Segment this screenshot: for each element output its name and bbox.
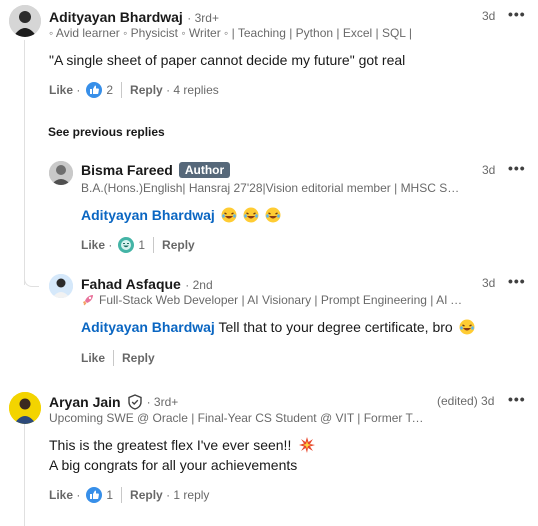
comment-time: 3d bbox=[482, 9, 496, 23]
like-icon bbox=[86, 487, 103, 503]
comment-author-line: Adityayan Bhardwaj · 3rd+ bbox=[49, 9, 219, 27]
more-options-icon[interactable]: ••• bbox=[508, 6, 526, 22]
divider bbox=[113, 350, 115, 366]
reply-time: 3d bbox=[482, 163, 496, 177]
rocket-icon bbox=[83, 295, 93, 306]
mention-link[interactable]: Adityayan Bhardwaj bbox=[81, 319, 215, 335]
more-options-icon[interactable]: ••• bbox=[508, 273, 526, 289]
author-headline: Upcoming SWE @ Oracle | Final-Year CS St… bbox=[49, 411, 429, 425]
author-name[interactable]: Bisma Fareed bbox=[81, 162, 173, 178]
reply-time: 3d bbox=[482, 276, 496, 290]
avatar[interactable] bbox=[49, 161, 73, 185]
mention-link[interactable]: Adityayan Bhardwaj bbox=[81, 207, 215, 223]
thread-elbow bbox=[24, 270, 39, 287]
divider bbox=[121, 487, 123, 503]
more-options-icon[interactable]: ••• bbox=[508, 391, 526, 407]
reply-button[interactable]: Reply bbox=[130, 488, 163, 502]
reaction-count[interactable]: 2 bbox=[106, 83, 113, 97]
like-button[interactable]: Like bbox=[81, 351, 105, 365]
reply-actions: Like · 1 Reply bbox=[81, 237, 195, 253]
reaction-count[interactable]: 1 bbox=[138, 238, 145, 252]
more-options-icon[interactable]: ••• bbox=[508, 160, 526, 176]
thread-line bbox=[24, 40, 25, 285]
connection-degree: · 3rd+ bbox=[187, 11, 219, 25]
comment-text-line: A big congrats for all your achievements bbox=[49, 457, 298, 473]
connection-degree: · 2nd bbox=[185, 278, 213, 292]
connection-degree: · 3rd+ bbox=[146, 395, 179, 409]
verified-shield-icon bbox=[127, 394, 142, 410]
reply-button[interactable]: Reply bbox=[122, 351, 155, 365]
laughing-emoji-icon bbox=[265, 207, 280, 223]
avatar[interactable] bbox=[9, 5, 41, 37]
avatar[interactable] bbox=[9, 392, 41, 424]
reply-author-line: Fahad Asfaque · 2nd bbox=[81, 276, 213, 294]
reaction-count[interactable]: 1 bbox=[106, 488, 113, 502]
reply-text: Adityayan Bhardwaj Tell that to your deg… bbox=[81, 317, 475, 337]
divider bbox=[153, 237, 155, 253]
like-button[interactable]: Like bbox=[49, 83, 73, 97]
like-button[interactable]: Like bbox=[49, 488, 73, 502]
author-headline-row: Full-Stack Web Developer | AI Visionary … bbox=[81, 293, 465, 307]
laughing-emoji-icon bbox=[243, 207, 259, 223]
like-icon bbox=[86, 82, 103, 98]
comment-time: (edited) 3d bbox=[437, 394, 495, 408]
see-previous-replies-button[interactable]: See previous replies bbox=[48, 125, 165, 139]
reply-button[interactable]: Reply bbox=[130, 83, 163, 97]
reply-text: Adityayan Bhardwaj bbox=[81, 205, 281, 225]
laughing-emoji-icon bbox=[221, 207, 237, 223]
funny-icon bbox=[118, 237, 135, 253]
thread-line-bottom bbox=[24, 424, 25, 526]
author-name[interactable]: Aryan Jain bbox=[49, 394, 121, 410]
comment-author-line: Aryan Jain · 3rd+ bbox=[49, 394, 178, 410]
reply-actions: Like Reply bbox=[81, 350, 155, 366]
author-headline: B.A.(Hons.)English| Hansraj 27'28|Vision… bbox=[81, 181, 465, 195]
collision-emoji-icon bbox=[299, 437, 316, 453]
divider bbox=[121, 82, 123, 98]
comment-text: "A single sheet of paper cannot decide m… bbox=[49, 52, 406, 68]
comment-text-line: This is the greatest flex I've ever seen… bbox=[49, 435, 316, 455]
avatar[interactable] bbox=[49, 274, 73, 298]
like-button[interactable]: Like bbox=[81, 238, 105, 252]
author-headline: ◦ Avid learner ◦ Physicist ◦ Writer ◦ | … bbox=[49, 26, 412, 40]
replies-count[interactable]: 4 replies bbox=[173, 83, 218, 97]
author-headline: Full-Stack Web Developer | AI Visionary … bbox=[99, 293, 465, 307]
replies-count[interactable]: 1 reply bbox=[173, 488, 209, 502]
comment-actions: Like · 2 Reply · 4 replies bbox=[49, 82, 219, 98]
laughing-emoji-icon bbox=[459, 319, 475, 335]
reply-author-line: Bisma Fareed Author bbox=[81, 162, 231, 180]
author-badge: Author bbox=[178, 162, 231, 178]
reply-button[interactable]: Reply bbox=[162, 238, 195, 252]
comment-actions: Like · 1 Reply · 1 reply bbox=[49, 487, 210, 503]
author-name[interactable]: Adityayan Bhardwaj bbox=[49, 9, 183, 25]
author-name[interactable]: Fahad Asfaque bbox=[81, 276, 181, 292]
